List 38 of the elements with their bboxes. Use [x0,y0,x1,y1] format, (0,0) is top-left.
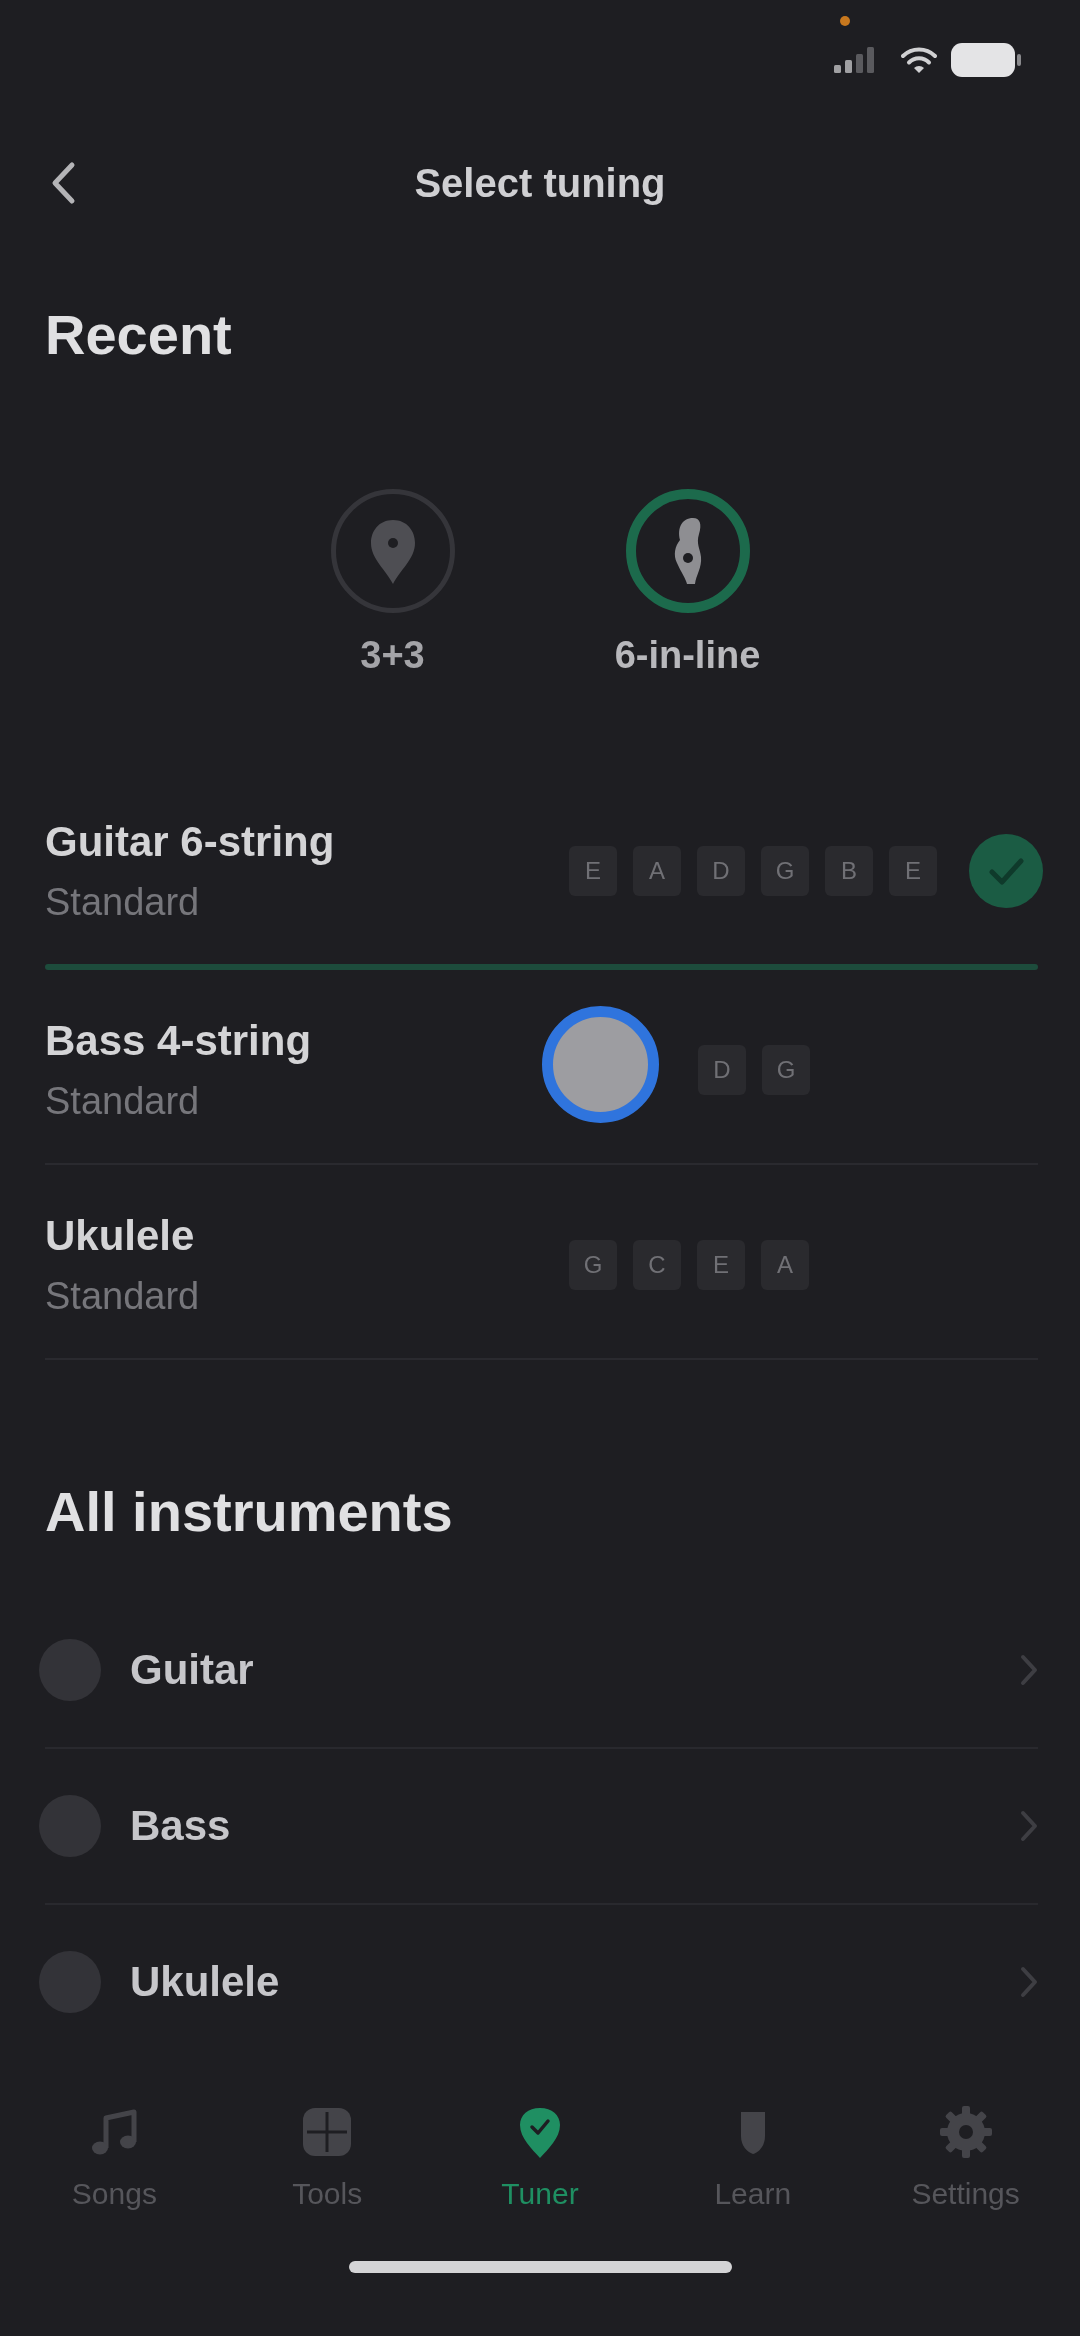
chevron-left-icon [50,161,76,205]
screen-title: Select tuning [414,160,666,207]
string-note: C [633,1240,681,1290]
string-note: G [569,1240,617,1290]
instrument-item[interactable]: Ukulele [39,1905,1038,2059]
pin-icon [329,488,456,614]
string-note: E [889,846,937,896]
tuning-instrument: Bass 4-string [45,1016,312,1066]
tuning-name: Standard [45,1274,200,1319]
tuning-name: Standard [45,1079,200,1124]
string-note: D [697,846,745,896]
tuning-instrument: Guitar 6-string [45,817,335,867]
string-note: D [698,1045,746,1095]
string-note: E [697,1240,745,1290]
tuning-name: Standard [45,880,200,925]
section-heading: All instruments [45,1479,453,1545]
wifi-icon [901,46,937,74]
chevron-right-icon [1020,1654,1038,1686]
tuning-instrument: Ukulele [45,1211,195,1261]
privacy-dot-icon [840,16,850,26]
string-note: A [633,846,681,896]
string-note: B [825,846,873,896]
string-note: A [761,1240,809,1290]
battery-icon [951,43,1021,77]
tab[interactable]: Tuner [433,2102,647,2214]
string-note: E [569,846,617,896]
headstock-option[interactable]: 3+3 [282,488,503,677]
instrument-item[interactable]: Guitar [39,1593,1038,1747]
chevron-right-icon [1020,1810,1038,1842]
string-note: G [761,846,809,896]
headstock-option[interactable]: 6-in-line [577,488,798,677]
chevron-right-icon [1020,1966,1038,1998]
instrument-item[interactable]: Bass [39,1749,1038,1903]
signal-icon [834,47,874,73]
string-note: G [762,1045,810,1095]
back-button[interactable] [50,161,76,205]
headstock-icon [624,488,751,614]
section-heading: Recent [45,302,232,368]
